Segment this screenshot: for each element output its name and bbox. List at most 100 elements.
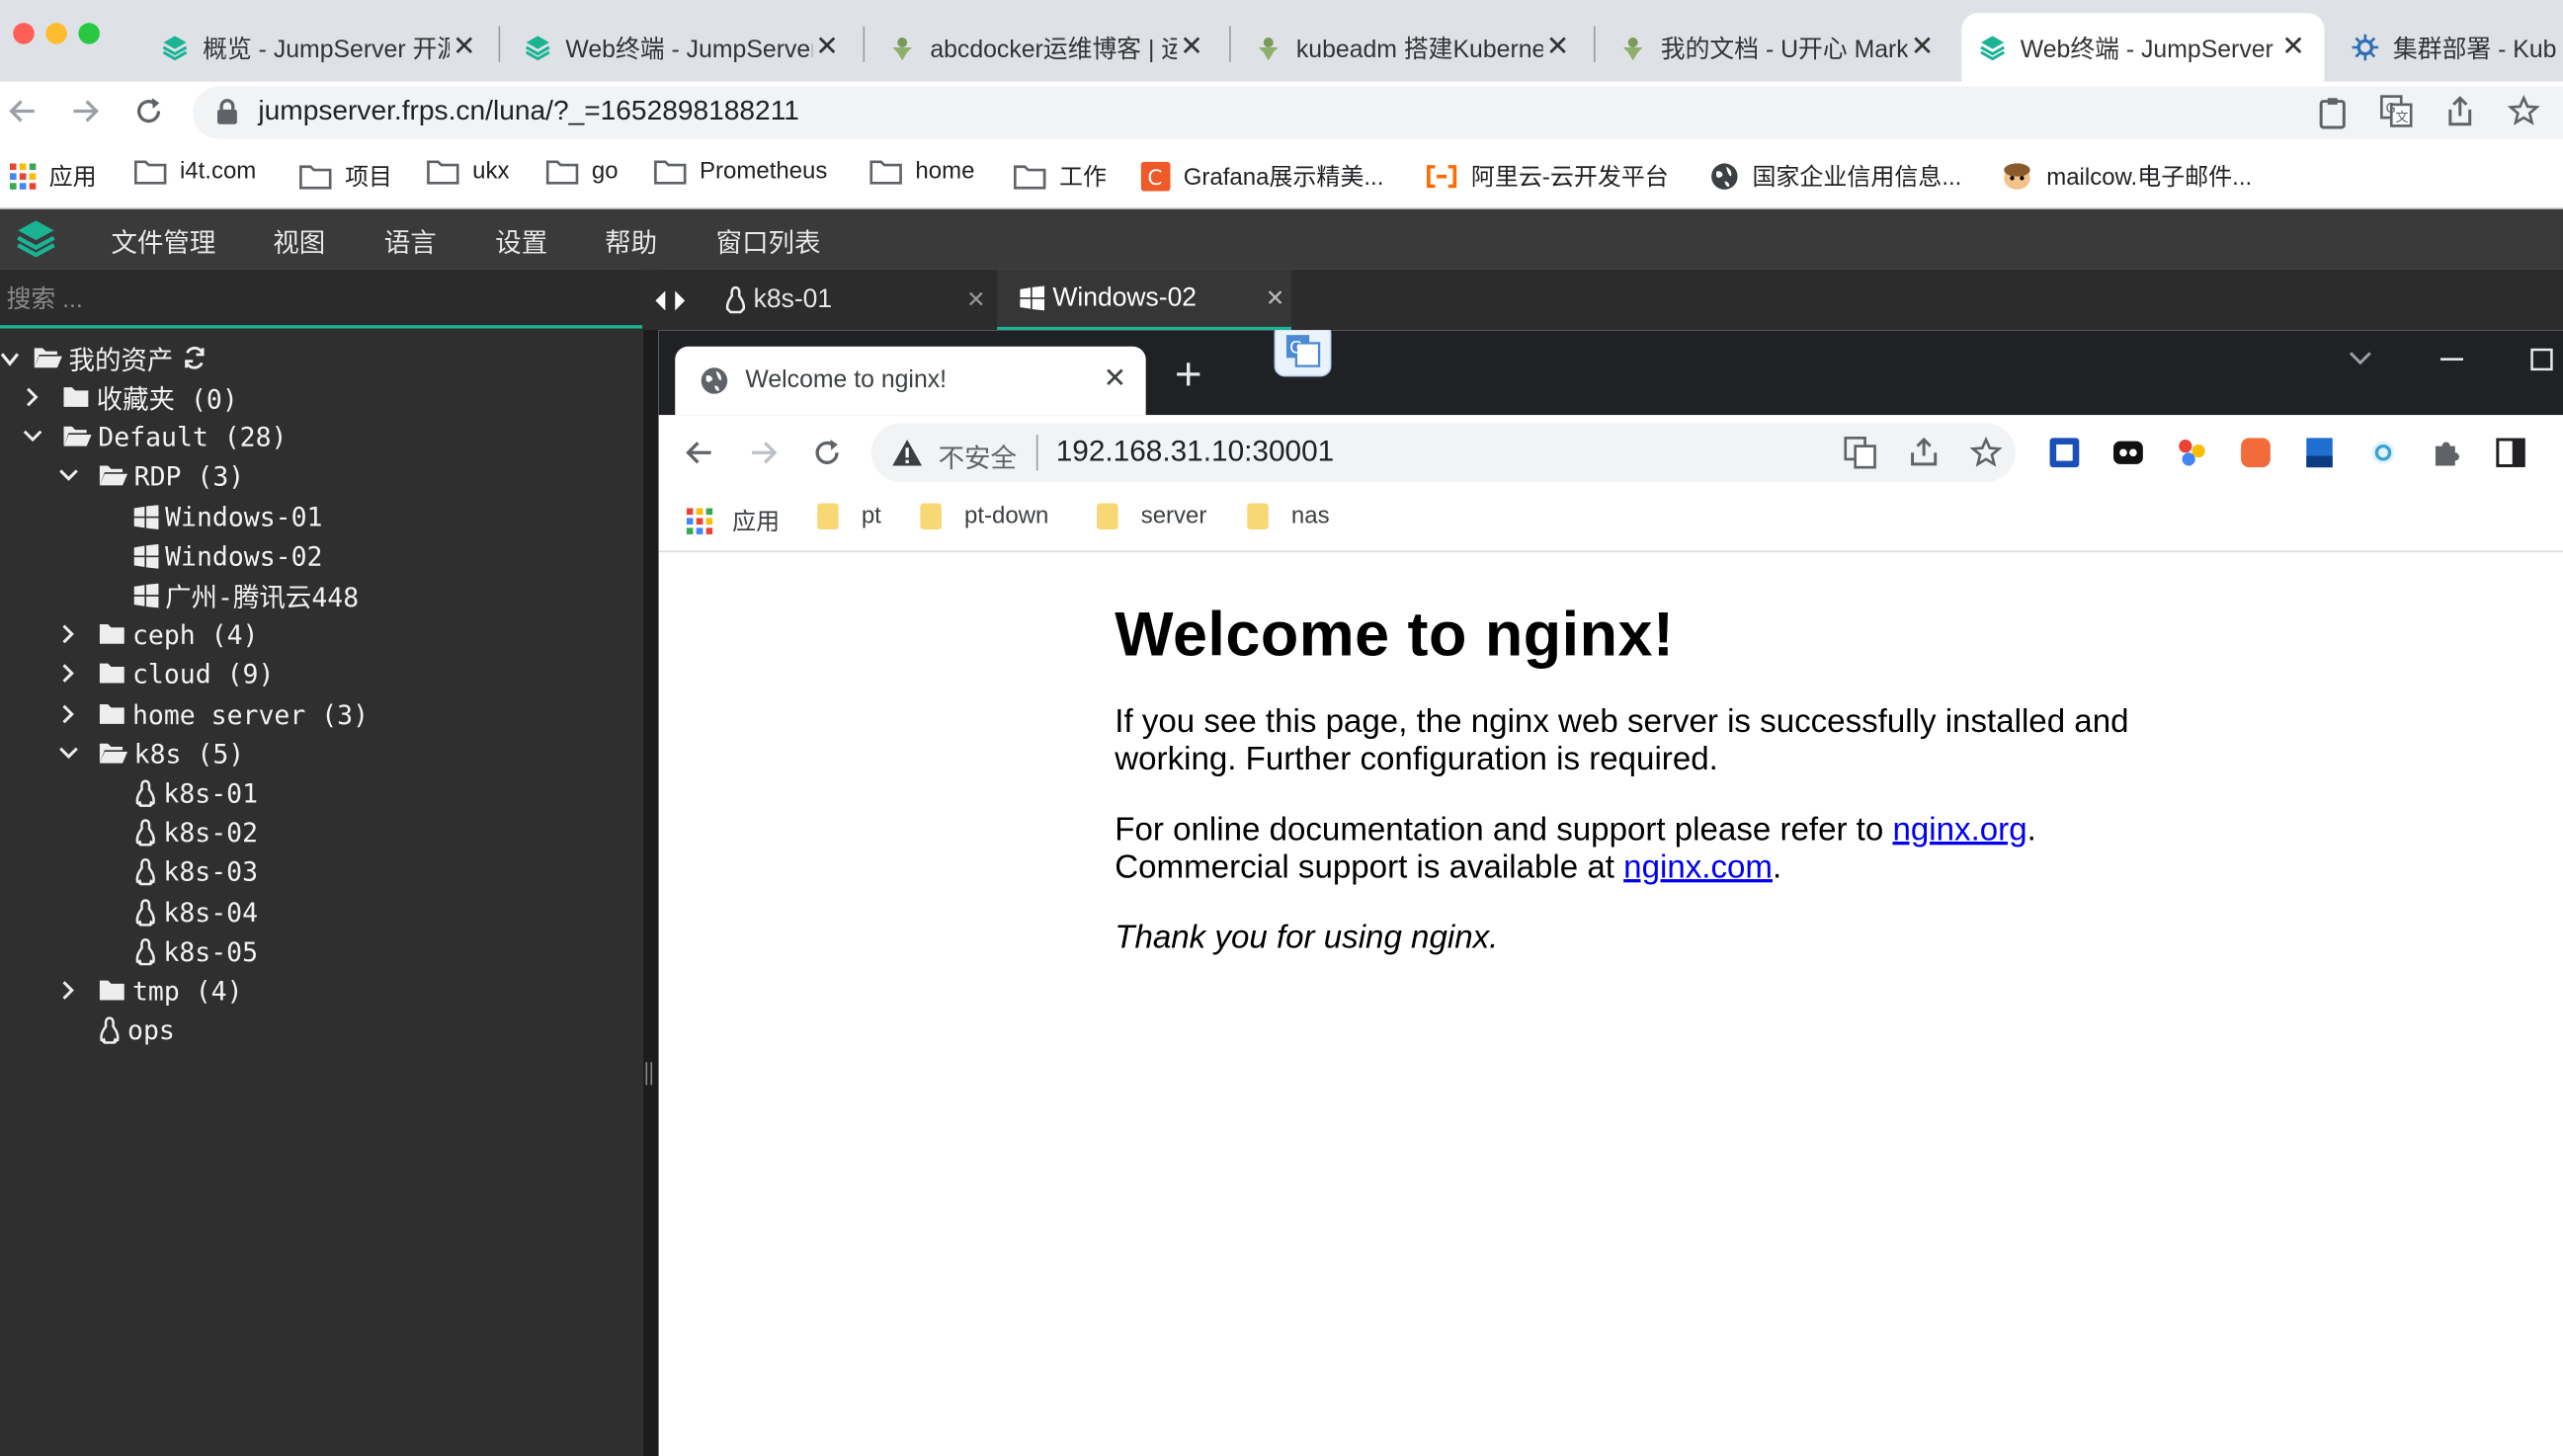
tree-node-asset[interactable]: k8s-04: [134, 892, 258, 931]
bookmark-star-icon[interactable]: [1969, 436, 2003, 469]
bookmark-item[interactable]: i4t.com: [133, 158, 256, 185]
url-text[interactable]: jumpserver.frps.cn/luna/?_=1652898188211: [258, 95, 799, 127]
menu-window-list[interactable]: 窗口列表: [716, 220, 821, 260]
session-tab-active[interactable]: Windows-02 ✕: [997, 269, 1291, 331]
menu-help[interactable]: 帮助: [605, 220, 657, 260]
clipboard-icon[interactable]: [2318, 97, 2348, 129]
refresh-icon[interactable]: [183, 346, 206, 369]
tree-node-asset[interactable]: ops: [98, 1010, 175, 1049]
menu-language[interactable]: 语言: [384, 220, 437, 260]
browser-tab-active[interactable]: Web终端 - JumpServer ✕: [1961, 13, 2325, 82]
bookmark-item[interactable]: home: [869, 158, 974, 185]
bookmark-item[interactable]: go: [545, 158, 619, 185]
bookmark-item[interactable]: 应用: [686, 504, 780, 538]
tree-node-asset[interactable]: k8s-02: [134, 812, 258, 851]
browser-tab[interactable]: 集群部署 - Kub: [2334, 13, 2563, 81]
extension-icon[interactable]: [2048, 437, 2081, 469]
bookmark-item[interactable]: pt-down: [920, 503, 1048, 530]
tree-node-folder[interactable]: home server (3): [59, 694, 369, 734]
reload-icon[interactable]: [132, 95, 165, 127]
sidebar-resize-handle[interactable]: [642, 269, 659, 1456]
extension-icon[interactable]: [2111, 437, 2144, 469]
close-tab-icon[interactable]: ✕: [1177, 31, 1206, 63]
menu-settings[interactable]: 设置: [495, 220, 547, 260]
tree-node-rdp[interactable]: RDP (3): [59, 456, 244, 496]
translate-extension-icon[interactable]: G: [1274, 330, 1333, 377]
tab-search-chevron-icon[interactable]: [2349, 350, 2371, 366]
close-tab-icon[interactable]: ✕: [2278, 31, 2308, 63]
bookmark-item[interactable]: pt: [817, 503, 881, 530]
menu-view[interactable]: 视图: [273, 220, 325, 260]
bookmark-item[interactable]: C Grafana展示精美...: [1140, 158, 1383, 193]
tree-node-folder[interactable]: tmp (4): [59, 971, 243, 1011]
browser-tab[interactable]: 我的文档 - U开心 Markdown ✕: [1602, 13, 1953, 81]
tab-scroll-arrows-icon[interactable]: [652, 287, 688, 313]
bookmark-item[interactable]: nas: [1247, 503, 1330, 530]
browser-tab[interactable]: Web终端 - JumpServer ✕: [507, 13, 859, 81]
tree-node-root[interactable]: 我的资产: [0, 338, 206, 377]
tree-node-asset[interactable]: Windows-01: [133, 497, 322, 536]
asset-search-input[interactable]: [0, 269, 648, 329]
close-tab-icon[interactable]: ✕: [1266, 284, 1284, 312]
tree-node-asset[interactable]: 广州-腾讯云448: [133, 575, 359, 614]
minimize-window-button[interactable]: [45, 23, 67, 44]
bookmark-item[interactable]: 国家企业信用信息...: [1709, 158, 1961, 193]
bookmark-item[interactable]: 阿里云-云开发平台: [1426, 158, 1669, 193]
puzzle-icon[interactable]: [2431, 437, 2463, 469]
bookmark-item[interactable]: 工作: [1014, 158, 1107, 193]
share-icon[interactable]: [1908, 437, 1941, 469]
tree-node-default[interactable]: Default (28): [23, 417, 287, 456]
nginx-com-link[interactable]: nginx.com: [1623, 849, 1773, 885]
menu-file-manager[interactable]: 文件管理: [111, 220, 215, 260]
close-window-button[interactable]: [13, 23, 35, 44]
remote-url-text[interactable]: 192.168.31.10:30001: [1056, 435, 1335, 469]
remote-browser-tab[interactable]: Welcome to nginx! ✕: [675, 346, 1146, 416]
browser-tab[interactable]: kubeadm 搭建Kubernetes ✕: [1237, 13, 1589, 81]
tree-node-k8s[interactable]: k8s (5): [59, 734, 244, 773]
maximize-window-button[interactable]: [78, 23, 100, 44]
tree-node-asset[interactable]: k8s-05: [134, 931, 258, 971]
extension-icon[interactable]: [2366, 437, 2399, 469]
share-icon[interactable]: [2445, 95, 2475, 127]
tree-node-folder[interactable]: cloud (9): [59, 654, 274, 693]
remote-address-bar[interactable]: 不安全 192.168.31.10:30001: [870, 423, 2016, 483]
tree-node-asset[interactable]: Windows-02: [133, 536, 322, 576]
browser-tab[interactable]: abcdocker运维博客 | 运维 ✕: [871, 13, 1223, 81]
remote-desktop-viewport[interactable]: Welcome to nginx! ✕ G 不安全 192.168.31.10:…: [658, 330, 2563, 1456]
session-tab[interactable]: k8s-01 ✕: [702, 270, 992, 330]
reload-icon[interactable]: [811, 437, 844, 469]
tree-node-favorites[interactable]: 收藏夹 (0): [23, 377, 238, 417]
close-tab-icon[interactable]: ✕: [966, 286, 985, 314]
close-tab-icon[interactable]: ✕: [1104, 363, 1127, 395]
translate-icon[interactable]: G文: [2380, 95, 2413, 127]
bookmark-item[interactable]: 应用: [9, 158, 97, 193]
tree-node-folder[interactable]: ceph (4): [59, 614, 258, 654]
side-panel-icon[interactable]: [2495, 437, 2527, 469]
close-tab-icon[interactable]: ✕: [450, 31, 479, 63]
jumpserver-logo-icon[interactable]: [13, 215, 58, 261]
bookmark-item[interactable]: 项目: [299, 158, 392, 193]
back-arrow-icon[interactable]: [7, 95, 40, 127]
close-tab-icon[interactable]: ✕: [1543, 31, 1573, 63]
extension-icon[interactable]: [2303, 437, 2336, 469]
bookmark-item[interactable]: server: [1097, 503, 1206, 530]
lock-icon[interactable]: [215, 98, 238, 125]
maximize-window-icon[interactable]: [2530, 348, 2553, 371]
bookmark-item[interactable]: ukx: [427, 158, 509, 185]
bookmark-star-icon[interactable]: [2507, 94, 2540, 127]
extension-icon[interactable]: [2176, 437, 2208, 469]
tree-node-asset[interactable]: k8s-03: [134, 851, 258, 891]
forward-arrow-icon[interactable]: [747, 437, 780, 469]
back-arrow-icon[interactable]: [684, 437, 716, 469]
minimize-window-icon[interactable]: [2439, 358, 2464, 361]
close-tab-icon[interactable]: ✕: [812, 31, 842, 63]
warning-icon[interactable]: [891, 438, 924, 467]
close-tab-icon[interactable]: ✕: [1908, 31, 1938, 63]
extension-icon[interactable]: [2239, 437, 2272, 469]
bookmark-item[interactable]: mailcow.电子邮件...: [2001, 158, 2252, 193]
new-tab-icon[interactable]: [1175, 362, 1200, 387]
security-label[interactable]: 不安全: [939, 437, 1017, 476]
translate-icon[interactable]: [1844, 437, 1876, 469]
bookmark-item[interactable]: Prometheus: [654, 158, 827, 185]
tree-node-asset[interactable]: k8s-01: [134, 773, 258, 813]
